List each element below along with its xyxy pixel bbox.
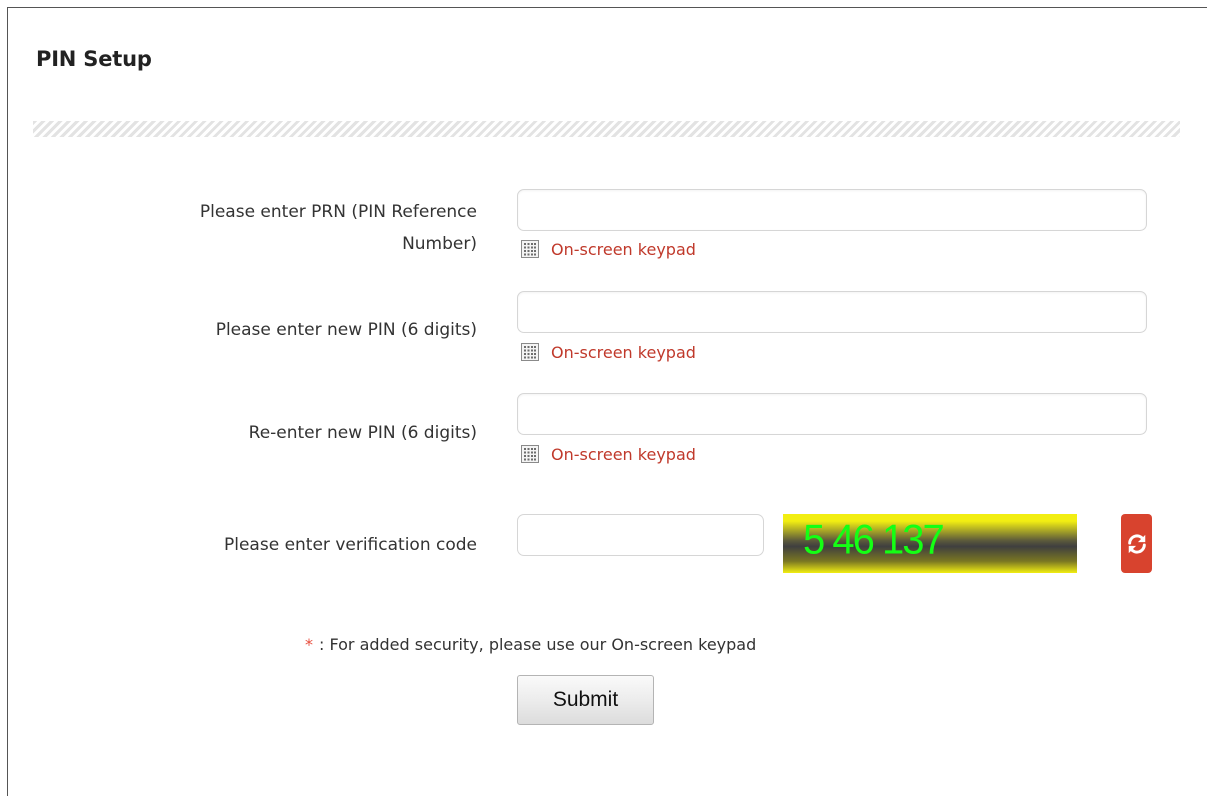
keypad-icon [521, 240, 539, 258]
captcha-text: 5 46 137 [803, 516, 945, 564]
security-note: * : For added security, please use our On… [305, 635, 756, 654]
confirm-pin-label: Re-enter new PIN (6 digits) [248, 423, 477, 443]
prn-label-line2: Number) [402, 234, 477, 254]
prn-input[interactable] [517, 189, 1147, 231]
submit-button[interactable]: Submit [517, 675, 654, 725]
verification-code-input[interactable] [517, 514, 764, 556]
new-pin-keypad-link[interactable]: On-screen keypad [521, 341, 696, 363]
prn-label-line1: Please enter PRN (PIN Reference [199, 202, 477, 222]
security-note-text: : For added security, please use our On-… [319, 635, 757, 654]
prn-keypad-link[interactable]: On-screen keypad [521, 238, 696, 260]
keypad-icon [521, 445, 539, 463]
verification-label: Please enter verification code [224, 535, 477, 555]
required-asterisk: * [305, 635, 313, 654]
keypad-icon [521, 343, 539, 361]
keypad-link-label: On-screen keypad [551, 444, 696, 464]
section-divider [33, 121, 1180, 137]
keypad-link-label: On-screen keypad [551, 239, 696, 259]
new-pin-label: Please enter new PIN (6 digits) [215, 320, 477, 340]
confirm-pin-input[interactable] [517, 393, 1147, 435]
page-title: PIN Setup [36, 47, 152, 71]
new-pin-input[interactable] [517, 291, 1147, 333]
refresh-icon [1127, 533, 1146, 554]
captcha-image: 5 46 137 [783, 514, 1077, 573]
confirm-pin-keypad-link[interactable]: On-screen keypad [521, 443, 696, 465]
keypad-link-label: On-screen keypad [551, 342, 696, 362]
prn-label: Please enter PRN (PIN Reference Number) [200, 196, 477, 260]
refresh-captcha-button[interactable] [1121, 514, 1152, 573]
